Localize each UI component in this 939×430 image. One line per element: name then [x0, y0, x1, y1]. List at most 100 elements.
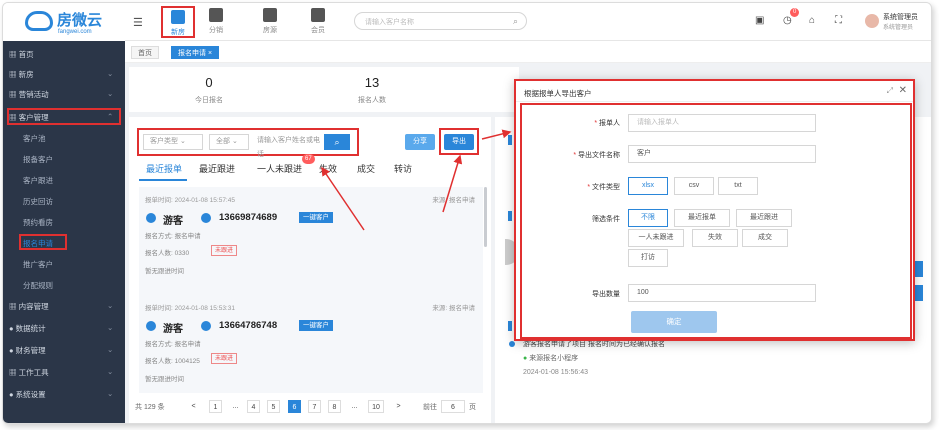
- field-label: * 文件类型: [587, 184, 620, 191]
- scope-invalid[interactable]: 失效: [692, 229, 738, 247]
- sidebar-item-tools[interactable]: ▦ 工作工具 ⌄: [9, 367, 113, 378]
- sidebar-item-finance[interactable]: ● 财务管理 ⌄: [9, 345, 113, 356]
- page-button[interactable]: 7: [308, 400, 321, 413]
- bell-icon[interactable]: ◷: [783, 15, 792, 26]
- search-icon[interactable]: ⌕: [513, 16, 518, 27]
- sidebar-item-promotion[interactable]: 推广客户: [23, 259, 53, 270]
- menu-toggle-icon[interactable]: ☰: [133, 16, 143, 29]
- format-xlsx[interactable]: xlsx: [628, 177, 668, 195]
- sidebar-item-home[interactable]: ▦ 首页: [9, 49, 34, 60]
- export-count-input[interactable]: 100: [628, 284, 816, 302]
- chevron-down-icon: ⌄: [107, 89, 114, 98]
- notification-badge: 0: [790, 8, 800, 17]
- goto-label: 前往: [423, 404, 437, 411]
- page-ellipsis[interactable]: ...: [229, 400, 242, 413]
- page-ellipsis[interactable]: ...: [348, 400, 361, 413]
- chevron-up-icon: ⌃: [107, 112, 114, 121]
- avatar[interactable]: [865, 14, 879, 28]
- page-button[interactable]: 1: [209, 400, 222, 413]
- sidebar-item-marketing[interactable]: ▦ 营销活动 ⌄: [9, 89, 113, 100]
- sidebar-item-customer-pool[interactable]: 客户池: [23, 133, 46, 144]
- scope-all[interactable]: 不限: [628, 209, 668, 227]
- sidebar-item-signup[interactable]: 报名申请: [23, 238, 53, 249]
- reporter-input[interactable]: 请输入报单人: [628, 114, 816, 132]
- tab-recent-follow[interactable]: 最近跟进: [199, 162, 235, 175]
- tab-revisit[interactable]: 转访: [394, 162, 412, 175]
- nav-tab-housing[interactable]: 房源: [253, 6, 287, 38]
- page-button[interactable]: 8: [328, 400, 341, 413]
- page-button-current[interactable]: 6: [288, 400, 301, 413]
- label-text: 文件类型: [592, 184, 620, 191]
- sidebar-item-reported[interactable]: 报备客户: [23, 154, 53, 165]
- select-value: 客户类型: [150, 138, 178, 145]
- nav-label: 房源: [263, 27, 277, 34]
- sidebar-item-assign-rules[interactable]: 分配规则: [23, 280, 53, 291]
- page-button[interactable]: 4: [247, 400, 260, 413]
- tab-no-follow[interactable]: 一人未跟进: [257, 162, 302, 175]
- list-item[interactable]: 报单时间: 2024-01-08 15:57:45 来源: 报名申请 游客 13…: [139, 187, 483, 297]
- prev-page-button[interactable]: <: [187, 400, 200, 413]
- phone-icon: [201, 321, 211, 331]
- filename-input[interactable]: 客户: [628, 145, 816, 163]
- nav-tab-new-house[interactable]: 新房: [161, 6, 195, 38]
- sidebar-item-appointment[interactable]: 预约看房: [23, 217, 53, 228]
- tab-recent-report[interactable]: 最近报单: [146, 162, 182, 175]
- scope-visit[interactable]: 打访: [628, 249, 668, 267]
- goto-page-input[interactable]: 6: [441, 400, 465, 413]
- export-button[interactable]: 导出: [444, 134, 474, 150]
- page-button[interactable]: 10: [368, 400, 384, 413]
- phone-icon: [201, 213, 211, 223]
- nav-label: 分销: [209, 27, 223, 34]
- search-icon[interactable]: ⌕: [324, 134, 350, 150]
- stat-label: 报名人数: [358, 97, 386, 104]
- user-role: 系统管理员: [883, 25, 914, 31]
- label-text: 导出数量: [592, 291, 620, 298]
- sidebar-item-settings[interactable]: ● 系统设置 ⌄: [9, 389, 113, 400]
- scope-recent-follow[interactable]: 最近跟进: [736, 209, 792, 227]
- format-csv[interactable]: csv: [674, 177, 714, 195]
- crumb-signup[interactable]: 报名申请 ×: [171, 46, 220, 59]
- tab-invalid[interactable]: 失效: [319, 162, 337, 175]
- app-window: 房微云 fangwei.com ☰ 新房 分销 房源 会员 请输入客户名称 ⌕ …: [2, 2, 932, 424]
- building-icon: [171, 10, 185, 24]
- page-button[interactable]: 5: [267, 400, 280, 413]
- one-click-customer-button[interactable]: 一键客户: [299, 320, 333, 331]
- format-txt[interactable]: txt: [718, 177, 758, 195]
- chevron-down-icon: ⌄: [107, 389, 114, 398]
- scrollbar[interactable]: [484, 187, 487, 247]
- chevron-down-icon: ⌄: [107, 69, 114, 78]
- expand-icon[interactable]: ⤢: [887, 86, 893, 96]
- sidebar-item-label: 客户管理: [18, 113, 49, 122]
- nav-tab-distribution[interactable]: 分销: [199, 6, 233, 38]
- scope-no-follow[interactable]: 一人未跟进: [628, 229, 684, 247]
- logo: 房微云 fangwei.com: [3, 3, 125, 41]
- nav-tab-member[interactable]: 会员: [301, 6, 335, 38]
- scope-deal[interactable]: 成交: [742, 229, 788, 247]
- tab-deal[interactable]: 成交: [357, 162, 375, 175]
- sidebar-item-follow-up[interactable]: 客户跟进: [23, 175, 53, 186]
- sidebar-item-label: 数据统计: [15, 324, 46, 333]
- one-click-customer-button[interactable]: 一键客户: [299, 212, 333, 223]
- sidebar-item-customer-mgmt[interactable]: ▦ 客户管理 ⌃: [9, 112, 113, 123]
- user-name[interactable]: 系统管理员: [883, 12, 918, 22]
- list-item[interactable]: 报单时间: 2024-01-08 15:53:31 来源: 报名申请 游客 13…: [139, 295, 483, 393]
- close-icon[interactable]: ✕: [899, 85, 907, 96]
- sidebar-item-content[interactable]: ▦ 内容管理 ⌄: [9, 301, 113, 312]
- global-search[interactable]: 请输入客户名称 ⌕: [354, 12, 527, 30]
- customer-type-select[interactable]: 客户类型 ⌄: [143, 134, 203, 150]
- share-button[interactable]: 分享: [405, 134, 435, 150]
- customer-search-input[interactable]: 请输入客户姓名或电话: [251, 134, 325, 158]
- home-icon[interactable]: ⌂: [809, 15, 815, 26]
- range-select[interactable]: 全部 ⌄: [209, 134, 249, 150]
- calendar-icon[interactable]: ▣: [755, 15, 764, 26]
- next-page-button[interactable]: >: [392, 400, 405, 413]
- scope-recent-report[interactable]: 最近报单: [674, 209, 730, 227]
- sidebar-item-history-visit[interactable]: 历史回访: [23, 196, 53, 207]
- sidebar-item-new-house[interactable]: ▦ 新房 ⌄: [9, 69, 113, 80]
- timeline-source: ● 来源报名小程序: [523, 353, 578, 363]
- fullscreen-icon[interactable]: ⛶: [835, 15, 842, 26]
- sidebar-item-stats[interactable]: ● 数据统计 ⌄: [9, 323, 113, 334]
- confirm-button[interactable]: 确定: [631, 311, 717, 333]
- crumb-home[interactable]: 首页: [131, 46, 159, 59]
- filter-bar: 客户类型 ⌄ 全部 ⌄ 请输入客户姓名或电话 ⌕: [137, 129, 359, 158]
